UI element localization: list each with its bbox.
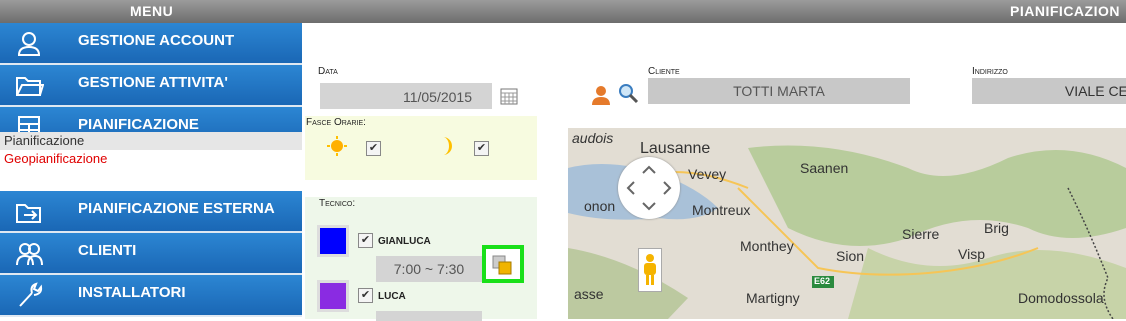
address-field[interactable]: VIALE CER: [972, 78, 1126, 104]
map-label: Sierre: [902, 226, 940, 242]
copy-icon: [492, 255, 512, 275]
page-title: PIANIFICAZION: [1010, 3, 1120, 19]
time-slots-label: Fasce Orarie:: [306, 117, 366, 128]
map-label: audois: [572, 130, 614, 146]
pegman-icon: [644, 254, 656, 285]
menu-title: MENU: [130, 3, 174, 19]
technician-checkbox[interactable]: ✔: [358, 288, 373, 303]
sidebar-item-gestione-attivita[interactable]: GESTIONE ATTIVITA': [0, 65, 302, 107]
copy-button[interactable]: [482, 245, 524, 283]
map-label: Lausanne: [640, 140, 711, 157]
client-label: Cliente: [648, 66, 680, 77]
folder-icon: [16, 77, 44, 96]
map-label: Brig: [984, 220, 1009, 236]
moon-icon: [443, 137, 452, 155]
morning-checkbox[interactable]: ✔: [366, 141, 381, 156]
sidebar-subitem-label: Pianificazione: [4, 133, 85, 148]
date-field[interactable]: 11/05/2015: [320, 83, 492, 109]
address-value: VIALE CER: [1064, 83, 1126, 99]
evening-checkbox[interactable]: ✔: [474, 141, 489, 156]
technician-color-swatch[interactable]: [317, 280, 349, 312]
external-folder-icon: [16, 204, 41, 223]
technician-name: LUCA: [378, 291, 406, 302]
map-label: Visp: [958, 246, 985, 262]
date-label: Data: [318, 66, 338, 77]
technician-checkbox[interactable]: ✔: [358, 233, 373, 248]
map-label: Sion: [836, 248, 865, 264]
sidebar-item-label: GESTIONE ATTIVITA': [78, 74, 228, 91]
sidebar-item-clienti[interactable]: CLIENTI: [0, 233, 302, 275]
sidebar-item-label: PIANIFICAZIONE: [78, 116, 199, 133]
sidebar-item-gestione-account[interactable]: GESTIONE ACCOUNT: [0, 23, 302, 65]
map-label: Martigny: [746, 290, 800, 306]
sidebar-item-label: INSTALLATORI: [78, 284, 186, 301]
technician-label: Tecnico:: [319, 198, 356, 209]
street-view-pegman[interactable]: [638, 248, 662, 292]
users-icon: [16, 243, 43, 266]
sun-icon: [327, 136, 347, 156]
sidebar-subitem-label: Geopianificazione: [4, 151, 108, 166]
technician-time-slot[interactable]: 7:00 ~ 7:30: [376, 256, 482, 282]
map-label: Montreux: [692, 202, 751, 218]
client-field[interactable]: TOTTI MARTA: [648, 78, 910, 104]
technician-color-swatch[interactable]: [317, 225, 349, 257]
map-label: Monthey: [740, 238, 794, 254]
sidebar-item-label: PIANIFICAZIONE ESTERNA: [78, 200, 275, 217]
sidebar-item-label: CLIENTI: [78, 242, 137, 259]
wrench-icon: [19, 282, 43, 307]
calendar-icon[interactable]: [500, 87, 518, 105]
user-outline-icon: [17, 32, 41, 56]
map-label: Domodossola: [1018, 290, 1104, 306]
top-bar: MENU PIANIFICAZION: [0, 0, 1126, 23]
address-label: Indirizzo: [972, 66, 1008, 77]
sidebar-subitem-geopianificazione[interactable]: Geopianificazione: [0, 150, 302, 168]
search-icon[interactable]: [617, 82, 639, 104]
pan-arrows-icon: [626, 165, 672, 211]
technician-name: GIANLUCA: [378, 236, 431, 247]
technician-time-slot[interactable]: [376, 311, 482, 321]
person-icon[interactable]: [591, 85, 611, 105]
map-label: Saanen: [800, 160, 849, 176]
sidebar-item-pianificazione-esterna[interactable]: PIANIFICAZIONE ESTERNA: [0, 191, 302, 233]
sidebar-item-installatori[interactable]: INSTALLATORI: [0, 275, 302, 317]
sidebar-item-label: GESTIONE ACCOUNT: [78, 32, 235, 49]
map-label: asse: [574, 286, 604, 302]
map-pan-control[interactable]: [618, 157, 680, 219]
road-label: E62: [814, 276, 831, 286]
map-label: onon: [584, 198, 616, 214]
map-label: Vevey: [688, 166, 727, 182]
date-value: 11/05/2015: [402, 89, 472, 105]
sidebar-subitem-pianificazione[interactable]: Pianificazione: [0, 132, 302, 150]
